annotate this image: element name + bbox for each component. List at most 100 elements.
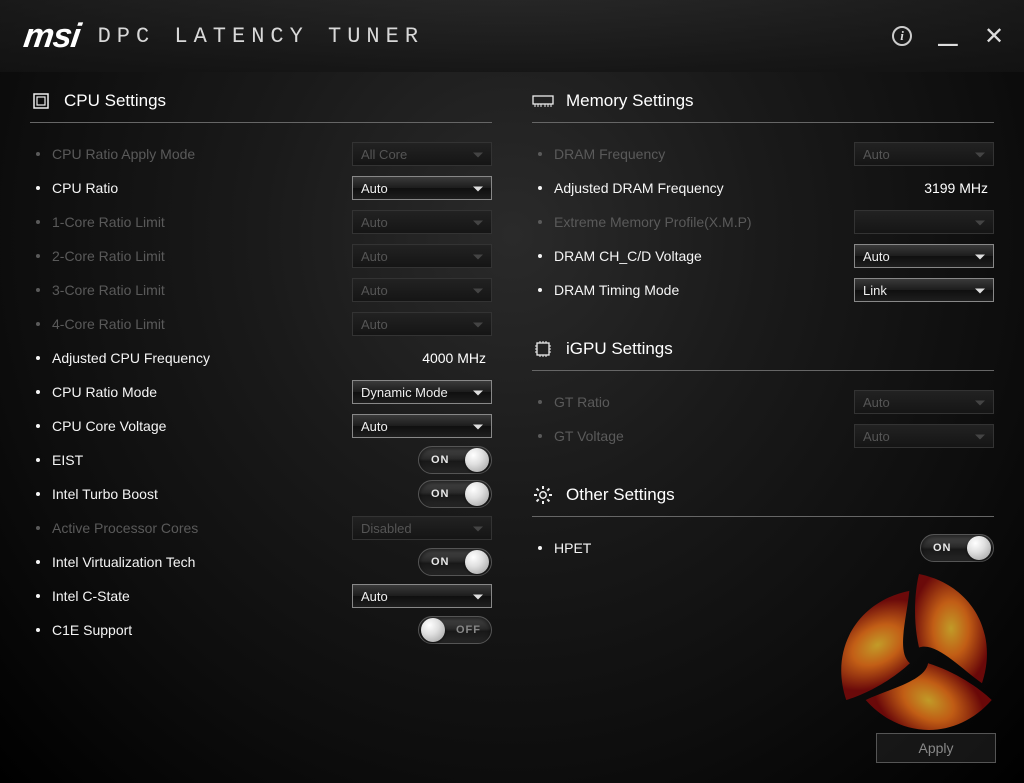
setting-label: 2-Core Ratio Limit xyxy=(52,248,344,264)
memory-icon xyxy=(532,90,554,112)
other-section-header: Other Settings xyxy=(532,484,994,517)
setting-control: Dynamic Mode xyxy=(344,380,492,404)
chevron-down-icon xyxy=(975,401,985,406)
bullet-icon xyxy=(36,424,40,428)
chevron-down-icon xyxy=(975,289,985,294)
other-items: HPETON xyxy=(532,531,994,565)
intel-c-state-dropdown[interactable]: Auto xyxy=(352,584,492,608)
setting-row-1-core-ratio-limit: 1-Core Ratio LimitAuto xyxy=(30,205,492,239)
bullet-icon xyxy=(36,288,40,292)
1-core-ratio-limit-dropdown: Auto xyxy=(352,210,492,234)
toggle-knob xyxy=(967,536,991,560)
toggle-label: ON xyxy=(933,542,952,554)
cpu-section-header: CPU Settings xyxy=(30,90,492,123)
setting-control: Auto xyxy=(846,424,994,448)
igpu-section-title: iGPU Settings xyxy=(566,339,673,359)
setting-control: ON xyxy=(344,446,492,474)
setting-label: CPU Ratio xyxy=(52,180,344,196)
setting-control: 4000 MHz xyxy=(344,350,492,366)
setting-control: Auto xyxy=(344,210,492,234)
bullet-icon xyxy=(538,400,542,404)
cpu-ratio-dropdown[interactable]: Auto xyxy=(352,176,492,200)
toggle-label: ON xyxy=(431,488,450,500)
chevron-down-icon xyxy=(473,187,483,192)
setting-control: All Core xyxy=(344,142,492,166)
bullet-icon xyxy=(538,546,542,550)
memory-items: DRAM Frequency Auto Adjusted DRAM Frequenc… xyxy=(532,137,994,307)
dropdown-value: Auto xyxy=(361,419,388,434)
setting-label: GT Voltage xyxy=(554,428,846,444)
eist-toggle[interactable]: ON xyxy=(418,446,492,474)
dram-frequency-dropdown: Auto xyxy=(854,142,994,166)
setting-label: DRAM CH_C/D Voltage xyxy=(554,248,846,264)
cpu-ratio-mode-dropdown[interactable]: Dynamic Mode xyxy=(352,380,492,404)
setting-row-2-core-ratio-limit: 2-Core Ratio Limit Auto xyxy=(30,239,492,273)
apply-button[interactable]: Apply xyxy=(876,733,996,763)
dropdown-value: Auto xyxy=(361,589,388,604)
setting-label: 3-Core Ratio Limit xyxy=(52,282,344,298)
toggle-knob xyxy=(465,448,489,472)
chevron-down-icon xyxy=(473,527,483,532)
setting-control: Auto xyxy=(344,584,492,608)
igpu-section-header: iGPU Settings xyxy=(532,338,994,371)
dram-timing-mode-dropdown[interactable]: Link xyxy=(854,278,994,302)
gt-voltage-dropdown: Auto xyxy=(854,424,994,448)
cpu-core-voltage-dropdown[interactable]: Auto xyxy=(352,414,492,438)
chevron-down-icon xyxy=(975,221,985,226)
info-button[interactable]: i xyxy=(892,26,912,46)
setting-row-4-core-ratio-limit: 4-Core Ratio LimitAuto xyxy=(30,307,492,341)
c1e-support-toggle[interactable]: OFF xyxy=(418,616,492,644)
4-core-ratio-limit-dropdown: Auto xyxy=(352,312,492,336)
setting-row-intel-turbo-boost: Intel Turbo Boost ON xyxy=(30,477,492,511)
dropdown-value: Auto xyxy=(863,395,890,410)
dropdown-value: Auto xyxy=(361,181,388,196)
close-button[interactable]: ✕ xyxy=(984,26,1004,46)
active-processor-cores-dropdown: Disabled xyxy=(352,516,492,540)
setting-row-cpu-core-voltage: CPU Core Voltage Auto xyxy=(30,409,492,443)
cpu-icon xyxy=(30,90,52,112)
bullet-icon xyxy=(36,220,40,224)
setting-label: CPU Core Voltage xyxy=(52,418,344,434)
dropdown-value: Auto xyxy=(361,283,388,298)
cpu-items: CPU Ratio Apply ModeAll CoreCPU RatioAut… xyxy=(30,137,492,647)
setting-row-adjusted-cpu-frequency: Adjusted CPU Frequency 4000 MHz xyxy=(30,341,492,375)
setting-label: Adjusted CPU Frequency xyxy=(52,350,344,366)
adjusted-dram-frequency-value: 3199 MHz xyxy=(854,180,994,196)
bullet-icon xyxy=(36,526,40,530)
intel-virtualization-tech-toggle[interactable]: ON xyxy=(418,548,492,576)
setting-row-active-processor-cores: Active Processor Cores Disabled xyxy=(30,511,492,545)
app-title: DPC LATENCY TUNER xyxy=(98,24,424,49)
dropdown-value: Auto xyxy=(361,317,388,332)
chevron-down-icon xyxy=(473,289,483,294)
minimize-button[interactable]: _ xyxy=(938,18,958,38)
info-icon: i xyxy=(892,26,912,46)
toggle-knob xyxy=(421,618,445,642)
adjusted-cpu-frequency-value: 4000 MHz xyxy=(352,350,492,366)
dram-ch-c-d-voltage-dropdown[interactable]: Auto xyxy=(854,244,994,268)
bullet-icon xyxy=(36,594,40,598)
setting-control: ON xyxy=(846,534,994,562)
setting-row-adjusted-dram-frequency: Adjusted DRAM Frequency3199 MHz xyxy=(532,171,994,205)
bullet-icon xyxy=(36,628,40,632)
setting-control: Auto xyxy=(344,278,492,302)
setting-control: Disabled xyxy=(344,516,492,540)
setting-label: DRAM Frequency xyxy=(554,146,846,162)
setting-label: Active Processor Cores xyxy=(52,520,344,536)
bullet-icon xyxy=(36,390,40,394)
bullet-icon xyxy=(36,322,40,326)
chevron-down-icon xyxy=(473,391,483,396)
dropdown-value: Auto xyxy=(361,249,388,264)
setting-control: ON xyxy=(344,548,492,576)
setting-label: Intel Virtualization Tech xyxy=(52,554,344,570)
setting-row-dram-timing-mode: DRAM Timing ModeLink xyxy=(532,273,994,307)
dropdown-value: Dynamic Mode xyxy=(361,385,448,400)
cpu-ratio-apply-mode-dropdown: All Core xyxy=(352,142,492,166)
intel-turbo-boost-toggle[interactable]: ON xyxy=(418,480,492,508)
setting-control: ON xyxy=(344,480,492,508)
setting-control: Link xyxy=(846,278,994,302)
dropdown-value: Link xyxy=(863,283,887,298)
hpet-toggle[interactable]: ON xyxy=(920,534,994,562)
setting-label: Intel Turbo Boost xyxy=(52,486,344,502)
dropdown-value: Auto xyxy=(863,147,890,162)
setting-control: Auto xyxy=(344,176,492,200)
